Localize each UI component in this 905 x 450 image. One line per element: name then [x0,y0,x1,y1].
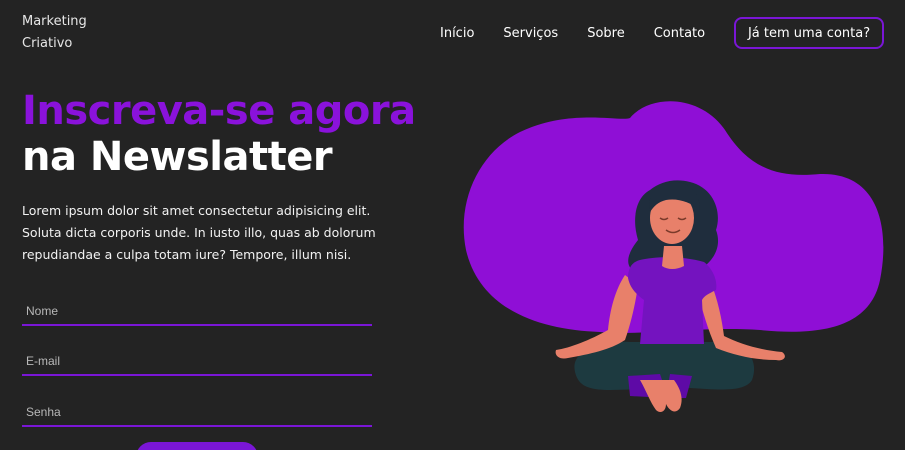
page-title: Inscreva-se agora na Newslatter [22,88,416,180]
nav-item-servicos[interactable]: Serviços [503,26,558,41]
neck-shape [662,246,684,269]
nav-item-inicio[interactable]: Início [440,26,474,41]
password-field-wrapper [22,397,372,427]
brand-line-2: Criativo [22,36,73,51]
nav-item-contato[interactable]: Contato [654,26,705,41]
hero-description: Lorem ipsum dolor sit amet consectetur a… [22,203,376,262]
password-field[interactable] [22,397,372,425]
brand-logo[interactable]: Marketing Criativo [22,11,112,55]
nav-item-sobre[interactable]: Sobre [587,26,625,41]
name-field[interactable] [22,296,372,324]
name-field-wrapper [22,296,372,326]
top-nav: Início Serviços Sobre Contato Já tem uma… [440,17,884,49]
title-rest: na Newslatter [22,134,333,180]
subscribe-button[interactable] [136,442,258,450]
login-button[interactable]: Já tem uma conta? [734,17,884,49]
email-field[interactable] [22,346,372,374]
brand-line-1: Marketing [22,14,87,29]
meditating-woman-illustration [463,101,884,412]
title-accent: Inscreva-se agora [22,88,416,134]
email-field-wrapper [22,346,372,376]
